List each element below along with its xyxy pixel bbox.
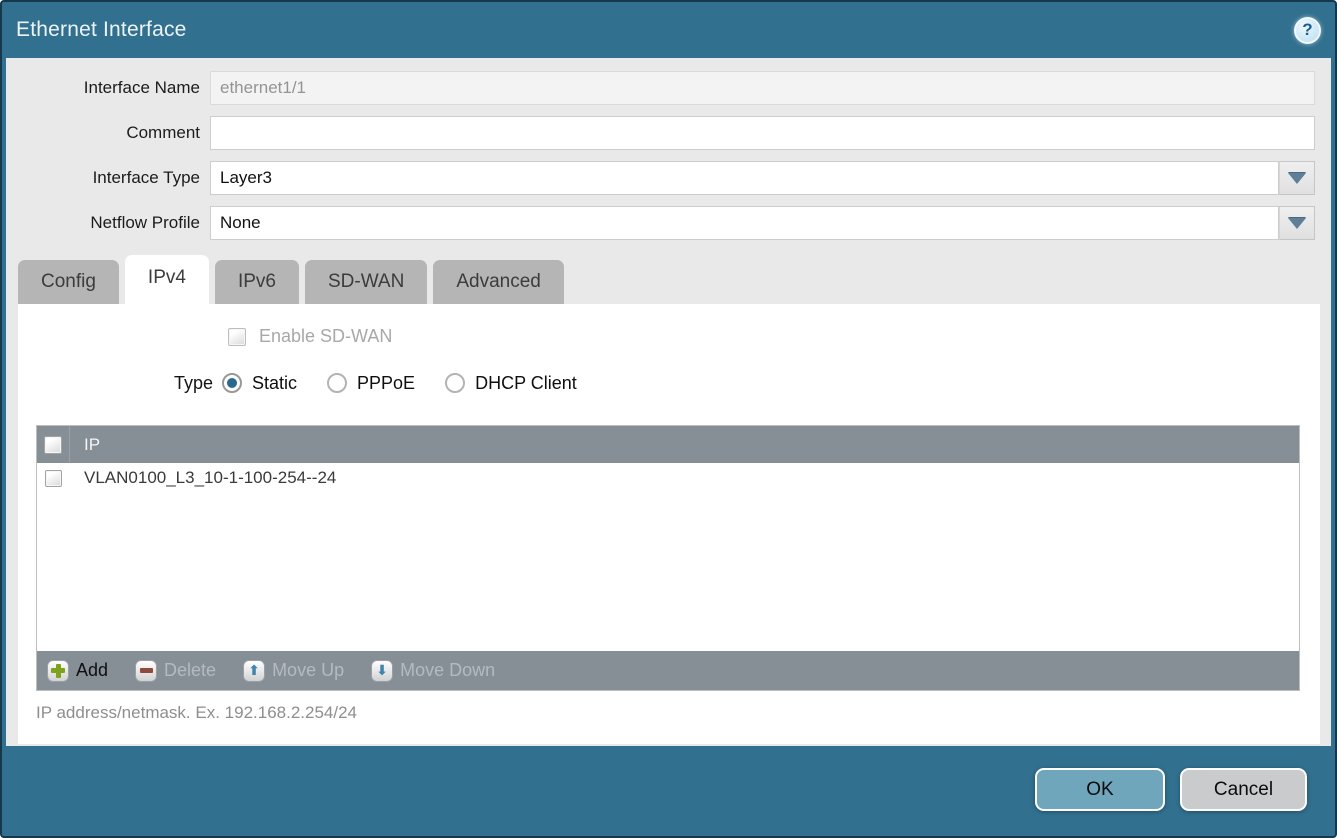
select-all-checkbox[interactable]: [44, 436, 62, 454]
ip-column-header: IP: [70, 435, 100, 455]
comment-input[interactable]: [210, 116, 1315, 150]
type-row: Type Static PPPoE DHCP Client: [18, 366, 607, 400]
tab-config[interactable]: Config: [18, 260, 119, 304]
interface-type-dropdown-button[interactable]: [1279, 161, 1315, 195]
select-all-cell: [37, 426, 70, 463]
ip-table: IP VLAN0100_L3_10-1-100-254--24 Add: [36, 425, 1300, 691]
move-up-button-label: Move Up: [272, 660, 344, 681]
radio-pppoe[interactable]: [327, 373, 347, 393]
interface-type-label: Interface Type: [6, 168, 210, 188]
netflow-profile-dropdown[interactable]: None: [210, 206, 1315, 240]
ethernet-interface-dialog: Ethernet Interface ? Interface Name Comm…: [0, 0, 1337, 838]
dialog-titlebar: Ethernet Interface ?: [2, 2, 1335, 58]
move-up-button: ⬆ Move Up: [243, 660, 344, 682]
ok-button[interactable]: OK: [1035, 768, 1165, 811]
comment-row: Comment: [6, 116, 1331, 150]
delete-minus-icon: [135, 660, 157, 682]
interface-name-row: Interface Name: [6, 71, 1331, 105]
enable-sdwan-row: Enable SD-WAN: [228, 326, 392, 347]
tab-sd-wan[interactable]: SD-WAN: [305, 260, 427, 304]
interface-name-input: [210, 71, 1315, 105]
radio-pppoe-label[interactable]: PPPoE: [357, 373, 415, 394]
delete-button: Delete: [135, 660, 216, 682]
ip-table-header: IP: [37, 426, 1299, 463]
dialog-title: Ethernet Interface: [16, 18, 187, 42]
move-down-button-label: Move Down: [400, 660, 495, 681]
netflow-profile-dropdown-button[interactable]: [1279, 206, 1315, 240]
tab-ipv4[interactable]: IPv4: [125, 255, 209, 304]
move-down-arrow-icon: ⬇: [371, 660, 393, 682]
chevron-down-icon: [1288, 218, 1306, 229]
row-checkbox[interactable]: [45, 470, 62, 487]
interface-type-value[interactable]: Layer3: [210, 161, 1279, 195]
radio-dhcp-client-label[interactable]: DHCP Client: [475, 373, 577, 394]
ip-table-toolbar: Add Delete ⬆ Move Up ⬇ Move Down: [37, 651, 1299, 690]
enable-sdwan-checkbox: [228, 328, 246, 346]
interface-name-label: Interface Name: [6, 78, 210, 98]
delete-button-label: Delete: [164, 660, 216, 681]
radio-static-label[interactable]: Static: [252, 373, 297, 394]
move-down-button: ⬇ Move Down: [371, 660, 495, 682]
chevron-down-icon: [1288, 173, 1306, 184]
netflow-profile-row: Netflow Profile None: [6, 206, 1331, 240]
cancel-button[interactable]: Cancel: [1180, 768, 1307, 811]
ip-table-body: VLAN0100_L3_10-1-100-254--24: [37, 463, 1299, 651]
row-checkbox-cell: [37, 463, 70, 493]
help-icon[interactable]: ?: [1294, 17, 1321, 44]
ip-format-hint: IP address/netmask. Ex. 192.168.2.254/24: [36, 703, 357, 723]
comment-label: Comment: [6, 123, 210, 143]
add-plus-icon: [47, 660, 69, 682]
interface-type-row: Interface Type Layer3: [6, 161, 1331, 195]
interface-type-dropdown[interactable]: Layer3: [210, 161, 1315, 195]
tab-ipv6[interactable]: IPv6: [215, 260, 299, 304]
add-button[interactable]: Add: [47, 660, 108, 682]
netflow-profile-label: Netflow Profile: [6, 213, 210, 233]
ip-row-value[interactable]: VLAN0100_L3_10-1-100-254--24: [70, 468, 336, 488]
ipv4-tab-panel: Enable SD-WAN Type Static PPPoE DHCP Cli…: [18, 304, 1320, 744]
dialog-body: Interface Name Comment Interface Type La…: [6, 58, 1331, 746]
radio-dhcp-client[interactable]: [445, 373, 465, 393]
netflow-profile-value[interactable]: None: [210, 206, 1279, 240]
table-row[interactable]: VLAN0100_L3_10-1-100-254--24: [37, 463, 1299, 493]
add-button-label: Add: [76, 660, 108, 681]
radio-static[interactable]: [222, 373, 242, 393]
type-label: Type: [18, 373, 222, 394]
tab-advanced[interactable]: Advanced: [433, 260, 564, 304]
dialog-footer: OK Cancel: [2, 746, 1335, 836]
tab-bar: Config IPv4 IPv6 SD-WAN Advanced: [18, 255, 564, 304]
move-up-arrow-icon: ⬆: [243, 660, 265, 682]
enable-sdwan-label: Enable SD-WAN: [259, 326, 392, 347]
